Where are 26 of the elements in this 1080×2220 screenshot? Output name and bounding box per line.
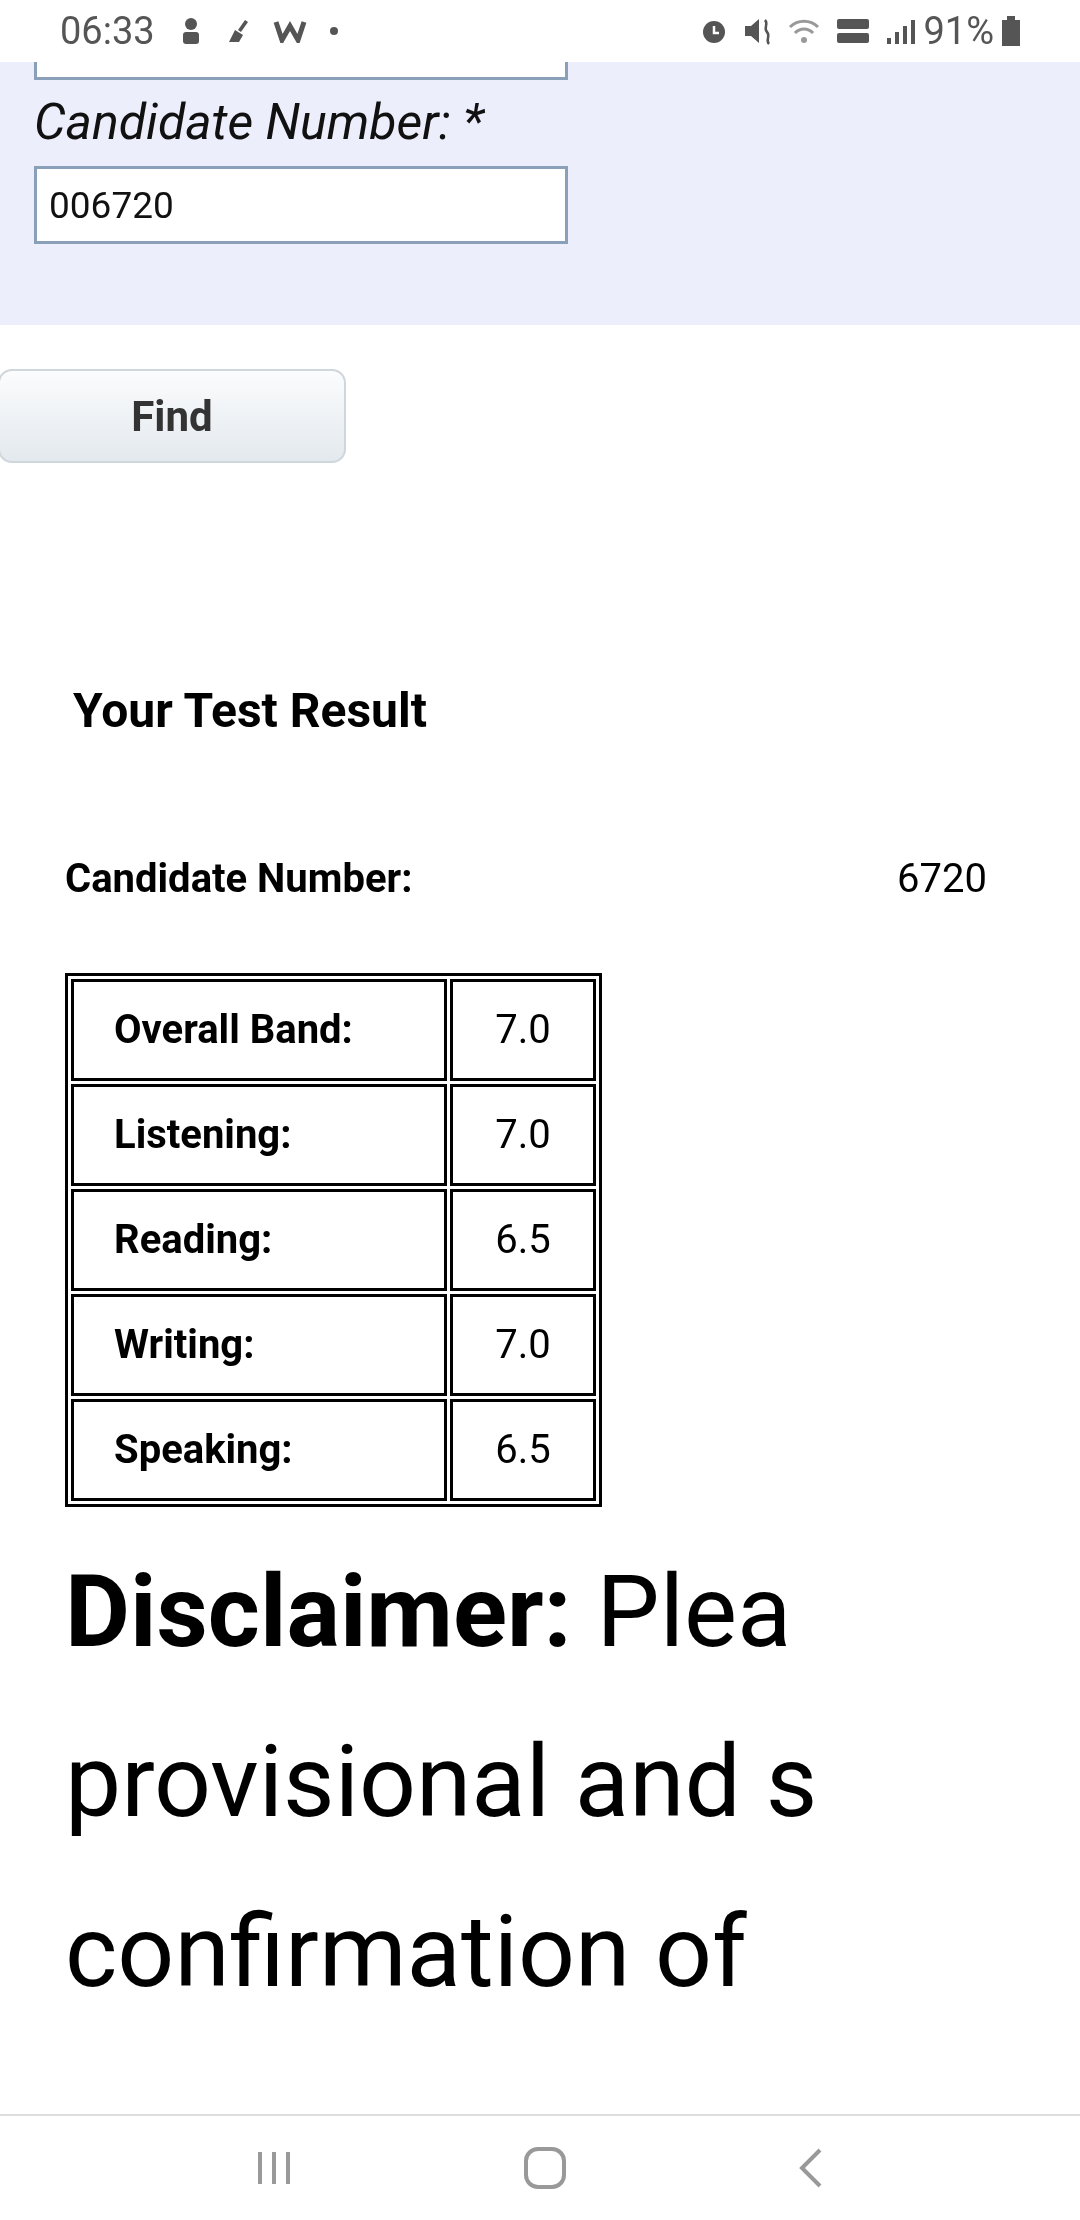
battery-percent: 91%: [923, 7, 994, 55]
score-label: Writing:: [71, 1294, 447, 1396]
score-label: Reading:: [71, 1189, 447, 1291]
status-time: 06:33: [60, 7, 155, 55]
disclaimer-text: provisional and s: [65, 1722, 819, 1842]
candidate-label: Candidate Number:: [65, 854, 413, 904]
score-label: Speaking:: [71, 1399, 447, 1501]
score-value: 7.0: [450, 1084, 596, 1186]
score-label: Listening:: [71, 1084, 447, 1186]
score-label: Overall Band:: [71, 979, 447, 1081]
score-value: 6.5: [450, 1399, 596, 1501]
candidate-number: 6720: [897, 854, 987, 904]
input-field[interactable]: [34, 62, 568, 80]
score-value: 7.0: [450, 1294, 596, 1396]
home-icon[interactable]: [523, 2146, 567, 2190]
score-value: 7.0: [450, 979, 596, 1081]
section-title: Your Test Result: [73, 683, 428, 739]
w-logo-icon: [272, 19, 307, 43]
find-button[interactable]: Find: [0, 369, 346, 463]
input-field[interactable]: 006720: [34, 166, 568, 244]
dot-icon: [328, 26, 339, 36]
field-label: Candidate Number: *: [34, 92, 486, 152]
battery-icon: [1002, 16, 1020, 46]
disclaimer-text: Disclaimer: Plea: [65, 1552, 793, 1672]
disclaimer-text: confirmation of: [65, 1892, 748, 2012]
score-value: 6.5: [450, 1189, 596, 1291]
